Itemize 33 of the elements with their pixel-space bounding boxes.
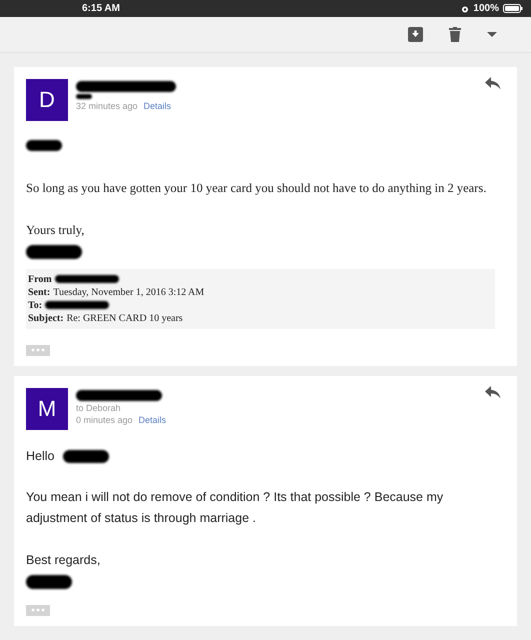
reply-icon[interactable] xyxy=(485,77,501,90)
redaction-mark xyxy=(26,244,82,259)
greeting-text: Hello xyxy=(26,448,54,465)
header-value: Tuesday, November 1, 2016 3:12 AM xyxy=(53,286,204,299)
details-link[interactable]: Details xyxy=(138,414,166,425)
header-label: Subject: xyxy=(28,312,64,325)
trash-icon[interactable] xyxy=(449,27,461,42)
header-label: To: xyxy=(28,298,42,312)
status-time: 6:15 AM xyxy=(82,3,121,14)
closing-text: Best regards, xyxy=(26,552,102,569)
details-link[interactable]: Details xyxy=(144,101,172,111)
header-label: Sent: xyxy=(28,286,50,299)
redaction-mark xyxy=(26,574,72,589)
battery-percent: 100% xyxy=(473,3,499,14)
recipient-text: to Deborah xyxy=(76,402,122,413)
redaction-mark xyxy=(26,140,62,151)
message-text: You mean i will not do remove of condition ? Its that possible ? Because my adjustment of status is through marriage . xyxy=(26,489,444,528)
message-text: So long as you have gotten your 10 year card you should not have to do anything in 2 years. xyxy=(26,180,488,198)
closing-text: Yours truly, xyxy=(26,222,86,239)
archive-icon[interactable] xyxy=(408,27,423,42)
redaction-mark xyxy=(76,94,92,99)
alarm-icon xyxy=(461,4,470,12)
dots-icon xyxy=(31,348,45,352)
avatar: D xyxy=(26,79,68,121)
message-time: 0 minutes ago xyxy=(76,414,133,425)
reply-icon[interactable] xyxy=(485,386,501,399)
avatar: M xyxy=(26,388,68,430)
message-time: 32 minutes ago xyxy=(76,101,138,111)
header-label: From xyxy=(28,272,52,286)
dropdown-icon[interactable] xyxy=(487,32,497,38)
battery-icon xyxy=(503,4,523,13)
header-value: Re: GREEN CARD 10 years xyxy=(66,312,183,325)
dots-icon xyxy=(31,608,45,612)
